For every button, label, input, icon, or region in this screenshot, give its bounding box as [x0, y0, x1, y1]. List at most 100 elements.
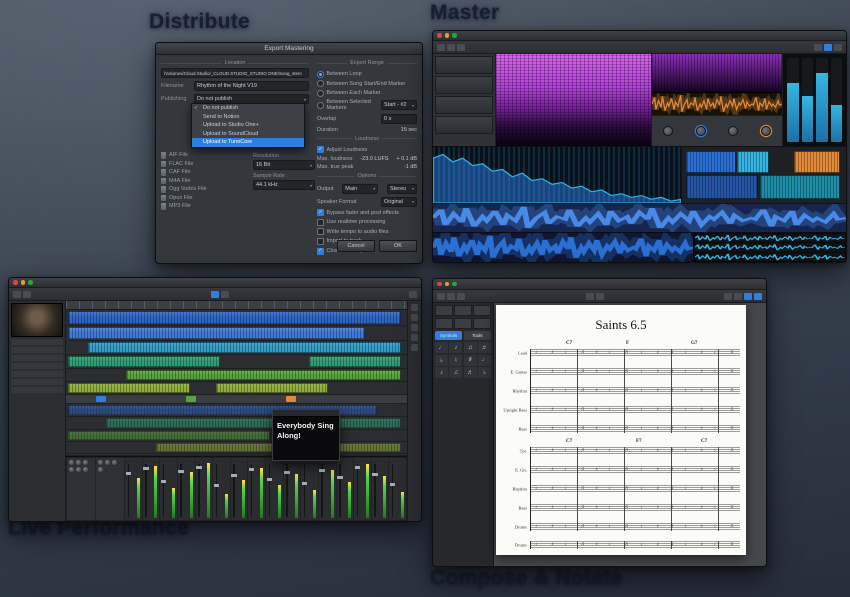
record-button[interactable] [221, 291, 229, 298]
menu-item-do-not-publish[interactable]: Do not publish [192, 104, 304, 113]
palette-button[interactable] [454, 305, 472, 316]
knob[interactable] [76, 467, 81, 472]
mixer-master-strip[interactable] [67, 458, 95, 520]
checkbox-icon[interactable] [317, 146, 324, 153]
rail-icon[interactable] [411, 344, 418, 351]
symbol-button[interactable]: ♫ [464, 342, 477, 353]
format-item[interactable]: Opus File [161, 194, 247, 203]
knob[interactable] [105, 460, 110, 465]
knob[interactable] [98, 460, 103, 465]
sample-rate-select[interactable]: 44.1 kHz [253, 180, 315, 190]
browser-item[interactable] [11, 355, 63, 361]
palette-button[interactable] [454, 318, 472, 329]
lyrics-popup-header[interactable] [273, 410, 339, 417]
track-thumbnail[interactable] [435, 116, 493, 134]
palette-button[interactable] [473, 305, 491, 316]
knob[interactable] [69, 467, 74, 472]
knob[interactable] [696, 126, 706, 136]
fader-handle[interactable] [390, 483, 396, 486]
fader-handle[interactable] [355, 466, 361, 469]
symbol-button[interactable]: ♬ [464, 367, 477, 378]
audio-clip[interactable] [88, 342, 401, 353]
export-path-field[interactable]: /Volumes/Cloud.Studio/_CLOUD.STUDIO_STUD… [161, 68, 309, 78]
palette-button[interactable] [435, 318, 453, 329]
radio-icon[interactable] [317, 80, 324, 87]
mixer-master-strip[interactable] [96, 458, 124, 520]
audio-clip[interactable] [309, 356, 401, 367]
mixer-channel[interactable] [284, 458, 301, 520]
radio-icon[interactable] [317, 102, 324, 109]
track-thumbnail[interactable] [435, 76, 493, 94]
notation-titlebar[interactable] [433, 279, 766, 290]
range-option-each-marker[interactable]: Between Each Marker [317, 90, 417, 97]
tool-icon[interactable] [13, 291, 21, 298]
palette-button[interactable] [435, 305, 453, 316]
symbol-button[interactable]: ♩ [435, 342, 448, 353]
symbol-button[interactable]: ♩ [478, 355, 491, 366]
lyrics-popup[interactable]: Everybody Sing Along! [272, 409, 340, 461]
fader-handle[interactable] [161, 480, 167, 483]
option-write-tempo[interactable]: Write tempo to audio files [317, 228, 417, 235]
audio-clip[interactable] [737, 151, 769, 173]
audio-clip[interactable] [68, 356, 220, 367]
audio-clip[interactable] [686, 151, 736, 173]
tool-icon[interactable] [744, 293, 752, 300]
knob[interactable] [69, 460, 74, 465]
overlap-field[interactable]: 0 s [381, 114, 417, 124]
symbol-button[interactable]: ♮ [449, 355, 462, 366]
live-titlebar[interactable] [9, 278, 421, 288]
mixer-channel[interactable] [178, 458, 195, 520]
marker[interactable] [96, 396, 106, 402]
speaker-format-select[interactable]: Original [381, 197, 417, 207]
maximize-icon[interactable] [28, 280, 33, 285]
mixer-channel[interactable] [354, 458, 371, 520]
waveform-overview[interactable] [433, 203, 846, 232]
cancel-button[interactable]: Cancel [337, 240, 375, 252]
tool-icon[interactable] [23, 291, 31, 298]
option-bypass-fader[interactable]: Bypass fader and post effects [317, 209, 417, 216]
symbol-button[interactable]: ♭ [435, 355, 448, 366]
fader-handle[interactable] [302, 482, 308, 485]
marker-range-select[interactable]: Start - #2 [381, 100, 417, 110]
play-button[interactable] [211, 291, 219, 298]
checkbox-icon[interactable] [317, 228, 324, 235]
audio-clip[interactable] [106, 418, 401, 428]
menu-item-upload-soundcloud[interactable]: Upload to SoundCloud [192, 130, 304, 139]
master-titlebar[interactable] [433, 31, 846, 41]
rail-icon[interactable] [411, 304, 418, 311]
tab-symbols[interactable]: Symbols [435, 331, 462, 340]
close-icon[interactable] [437, 33, 442, 38]
tool-icon[interactable] [457, 293, 465, 300]
close-icon[interactable] [13, 280, 18, 285]
audio-clip[interactable] [68, 327, 365, 339]
radio-icon[interactable] [317, 71, 324, 78]
mixer-channel[interactable] [231, 458, 248, 520]
format-item[interactable]: CAF File [161, 168, 247, 177]
track-waveform[interactable] [695, 234, 845, 242]
browser-item[interactable] [11, 387, 63, 393]
fader-handle[interactable] [214, 484, 220, 487]
mixer-channel[interactable] [143, 458, 160, 520]
symbol-button[interactable]: ♬ [478, 342, 491, 353]
tool-icon[interactable] [409, 291, 417, 298]
knob[interactable] [83, 467, 88, 472]
rail-icon[interactable] [411, 324, 418, 331]
fader-handle[interactable] [249, 468, 255, 471]
close-icon[interactable] [437, 282, 442, 287]
knob[interactable] [663, 126, 673, 136]
browser-item[interactable] [11, 371, 63, 377]
minimize-icon[interactable] [21, 280, 26, 285]
format-item[interactable]: AIF File [161, 151, 247, 160]
browser-item[interactable] [11, 339, 63, 345]
filename-input[interactable]: Rhythm of the Night V19 [194, 81, 309, 91]
symbol-button[interactable]: ♪ [435, 367, 448, 378]
fader-handle[interactable] [372, 473, 378, 476]
audio-clip[interactable] [216, 383, 328, 393]
symbol-button[interactable]: ♪ [449, 342, 462, 353]
audio-clip[interactable] [686, 175, 758, 199]
mixer-channel[interactable] [389, 458, 406, 520]
fader-handle[interactable] [196, 466, 202, 469]
ok-button[interactable]: OK [379, 240, 417, 252]
mixer-channel[interactable] [213, 458, 230, 520]
audio-clip[interactable] [68, 431, 270, 440]
